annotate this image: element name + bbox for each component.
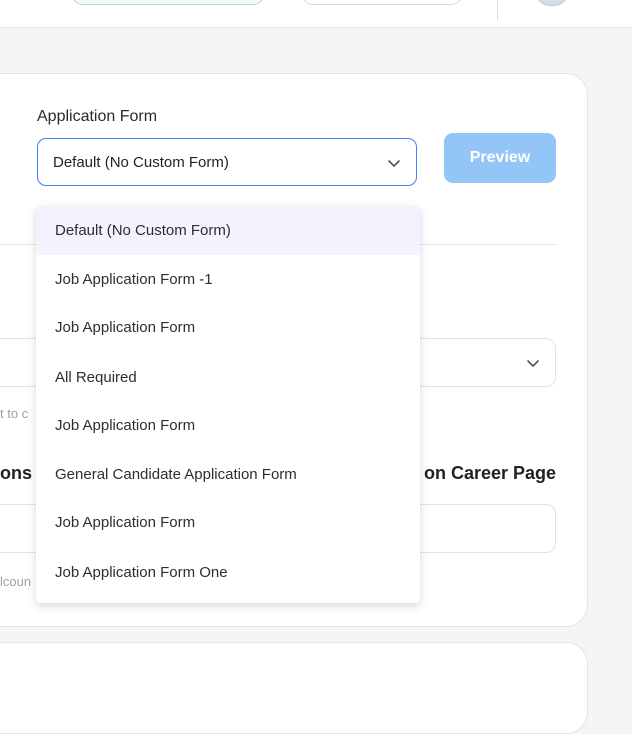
top-outline-button[interactable] xyxy=(302,0,462,5)
section-label-right: on Career Page xyxy=(424,463,557,483)
dropdown-option[interactable]: Default (No Custom Form) xyxy=(36,207,420,255)
top-divider xyxy=(497,0,498,20)
dropdown-option[interactable]: General Candidate Application Form xyxy=(36,451,420,499)
dropdown-option[interactable]: Job Application Form -1 xyxy=(36,256,420,304)
next-card xyxy=(0,642,588,734)
chevron-down-icon xyxy=(388,160,400,167)
application-form-label: Application Form xyxy=(37,108,158,125)
top-bar xyxy=(0,0,632,28)
dropdown-option[interactable]: Job Application Form xyxy=(36,402,420,450)
dropdown-option[interactable]: Job Application Form xyxy=(36,499,420,547)
application-form-dropdown: Default (No Custom Form) Job Application… xyxy=(36,207,420,603)
dropdown-option[interactable]: All Required xyxy=(36,354,420,402)
chevron-down-icon xyxy=(527,360,539,367)
application-form-select[interactable]: Default (No Custom Form) xyxy=(37,138,417,186)
secondary-hint: t to c xyxy=(0,406,29,421)
application-form-selected-value: Default (No Custom Form) xyxy=(53,154,229,171)
top-pill-button[interactable] xyxy=(72,0,264,5)
dropdown-option[interactable]: Job Application Form xyxy=(36,304,420,352)
section-label-left: ons xyxy=(0,463,33,483)
application-form-hint-peek xyxy=(37,195,337,205)
dropdown-option[interactable]: Job Application Form One xyxy=(36,549,420,597)
preview-button[interactable]: Preview xyxy=(444,133,556,183)
career-page-hint: lcoun xyxy=(0,574,32,589)
avatar[interactable] xyxy=(538,0,566,6)
